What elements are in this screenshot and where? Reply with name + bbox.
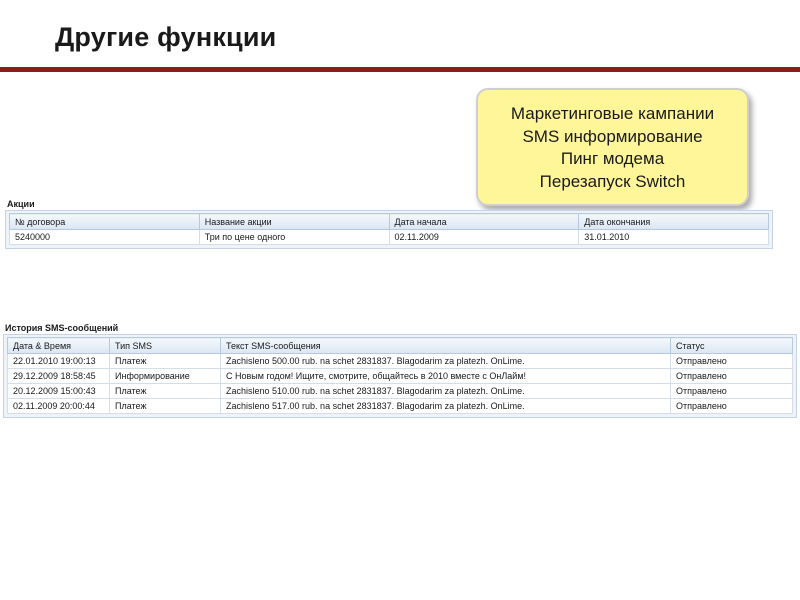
cell-sms-text: Zachisleno 517.00 rub. na schet 2831837.…	[220, 398, 671, 414]
actions-panel: Акции № договора Название акции Дата нач…	[5, 198, 773, 249]
cell-datetime: 02.11.2009 20:00:44	[7, 398, 110, 414]
cell-sms-type: Платеж	[109, 398, 221, 414]
callout-line-switch: Перезапуск Switch	[539, 171, 686, 191]
column-header-action-name[interactable]: Название акции	[198, 213, 390, 230]
features-callout: Маркетинговые кампании SMS информировани…	[476, 88, 749, 206]
cell-sms-text: С Новым годом! Ищите, смотрите, общайтес…	[220, 368, 671, 384]
actions-table: № договора Название акции Дата начала Да…	[9, 213, 769, 245]
sms-history-grid-frame: Дата & Время Тип SMS Текст SMS-сообщения…	[3, 334, 797, 418]
table-row[interactable]: 5240000 Три по цене одного 02.11.2009 31…	[9, 229, 769, 245]
column-header-status[interactable]: Статус	[670, 337, 793, 354]
cell-sms-type: Платеж	[109, 353, 221, 369]
cell-sms-type: Информирование	[109, 368, 221, 384]
cell-datetime: 29.12.2009 18:58:45	[7, 368, 110, 384]
table-row[interactable]: 20.12.2009 15:00:43 Платеж Zachisleno 51…	[7, 383, 793, 399]
table-row[interactable]: 02.11.2009 20:00:44 Платеж Zachisleno 51…	[7, 398, 793, 414]
callout-line-sms: SMS информирование	[522, 126, 703, 146]
column-header-start-date[interactable]: Дата начала	[388, 213, 580, 230]
actions-header-row: № договора Название акции Дата начала Да…	[9, 213, 769, 230]
cell-status: Отправлено	[670, 383, 793, 399]
callout-line-marketing: Маркетинговые кампании	[510, 104, 715, 123]
column-header-end-date[interactable]: Дата окончания	[578, 213, 769, 230]
actions-panel-title: Акции	[7, 199, 35, 209]
cell-start-date: 02.11.2009	[388, 229, 580, 245]
page-title: Другие функции	[55, 22, 277, 52]
sms-history-header-row: Дата & Время Тип SMS Текст SMS-сообщения…	[7, 337, 793, 354]
cell-datetime: 20.12.2009 15:00:43	[7, 383, 110, 399]
callout-line-ping: Пинг модема	[560, 149, 665, 168]
cell-status: Отправлено	[670, 368, 793, 384]
cell-status: Отправлено	[670, 353, 793, 369]
table-row[interactable]: 29.12.2009 18:58:45 Информирование С Нов…	[7, 368, 793, 384]
sms-history-panel-title: История SMS-сообщений	[5, 323, 119, 333]
cell-sms-type: Платеж	[109, 383, 221, 399]
actions-grid-frame: № договора Название акции Дата начала Да…	[5, 210, 773, 249]
sms-history-panel: История SMS-сообщений Дата & Время Тип S…	[3, 322, 797, 418]
column-header-contract[interactable]: № договора	[9, 213, 200, 230]
cell-sms-text: Zachisleno 510.00 rub. na schet 2831837.…	[220, 383, 671, 399]
cell-datetime: 22.01.2010 19:00:13	[7, 353, 110, 369]
column-header-sms-type[interactable]: Тип SMS	[109, 337, 221, 354]
cell-status: Отправлено	[670, 398, 793, 414]
table-row[interactable]: 22.01.2010 19:00:13 Платеж Zachisleno 50…	[7, 353, 793, 369]
cell-sms-text: Zachisleno 500.00 rub. na schet 2831837.…	[220, 353, 671, 369]
cell-end-date: 31.01.2010	[578, 229, 769, 245]
column-header-datetime[interactable]: Дата & Время	[7, 337, 110, 354]
cell-action-name: Три по цене одного	[198, 229, 390, 245]
sms-history-table: Дата & Время Тип SMS Текст SMS-сообщения…	[7, 337, 793, 414]
column-header-sms-text[interactable]: Текст SMS-сообщения	[220, 337, 671, 354]
title-divider	[0, 67, 800, 72]
cell-contract: 5240000	[9, 229, 200, 245]
